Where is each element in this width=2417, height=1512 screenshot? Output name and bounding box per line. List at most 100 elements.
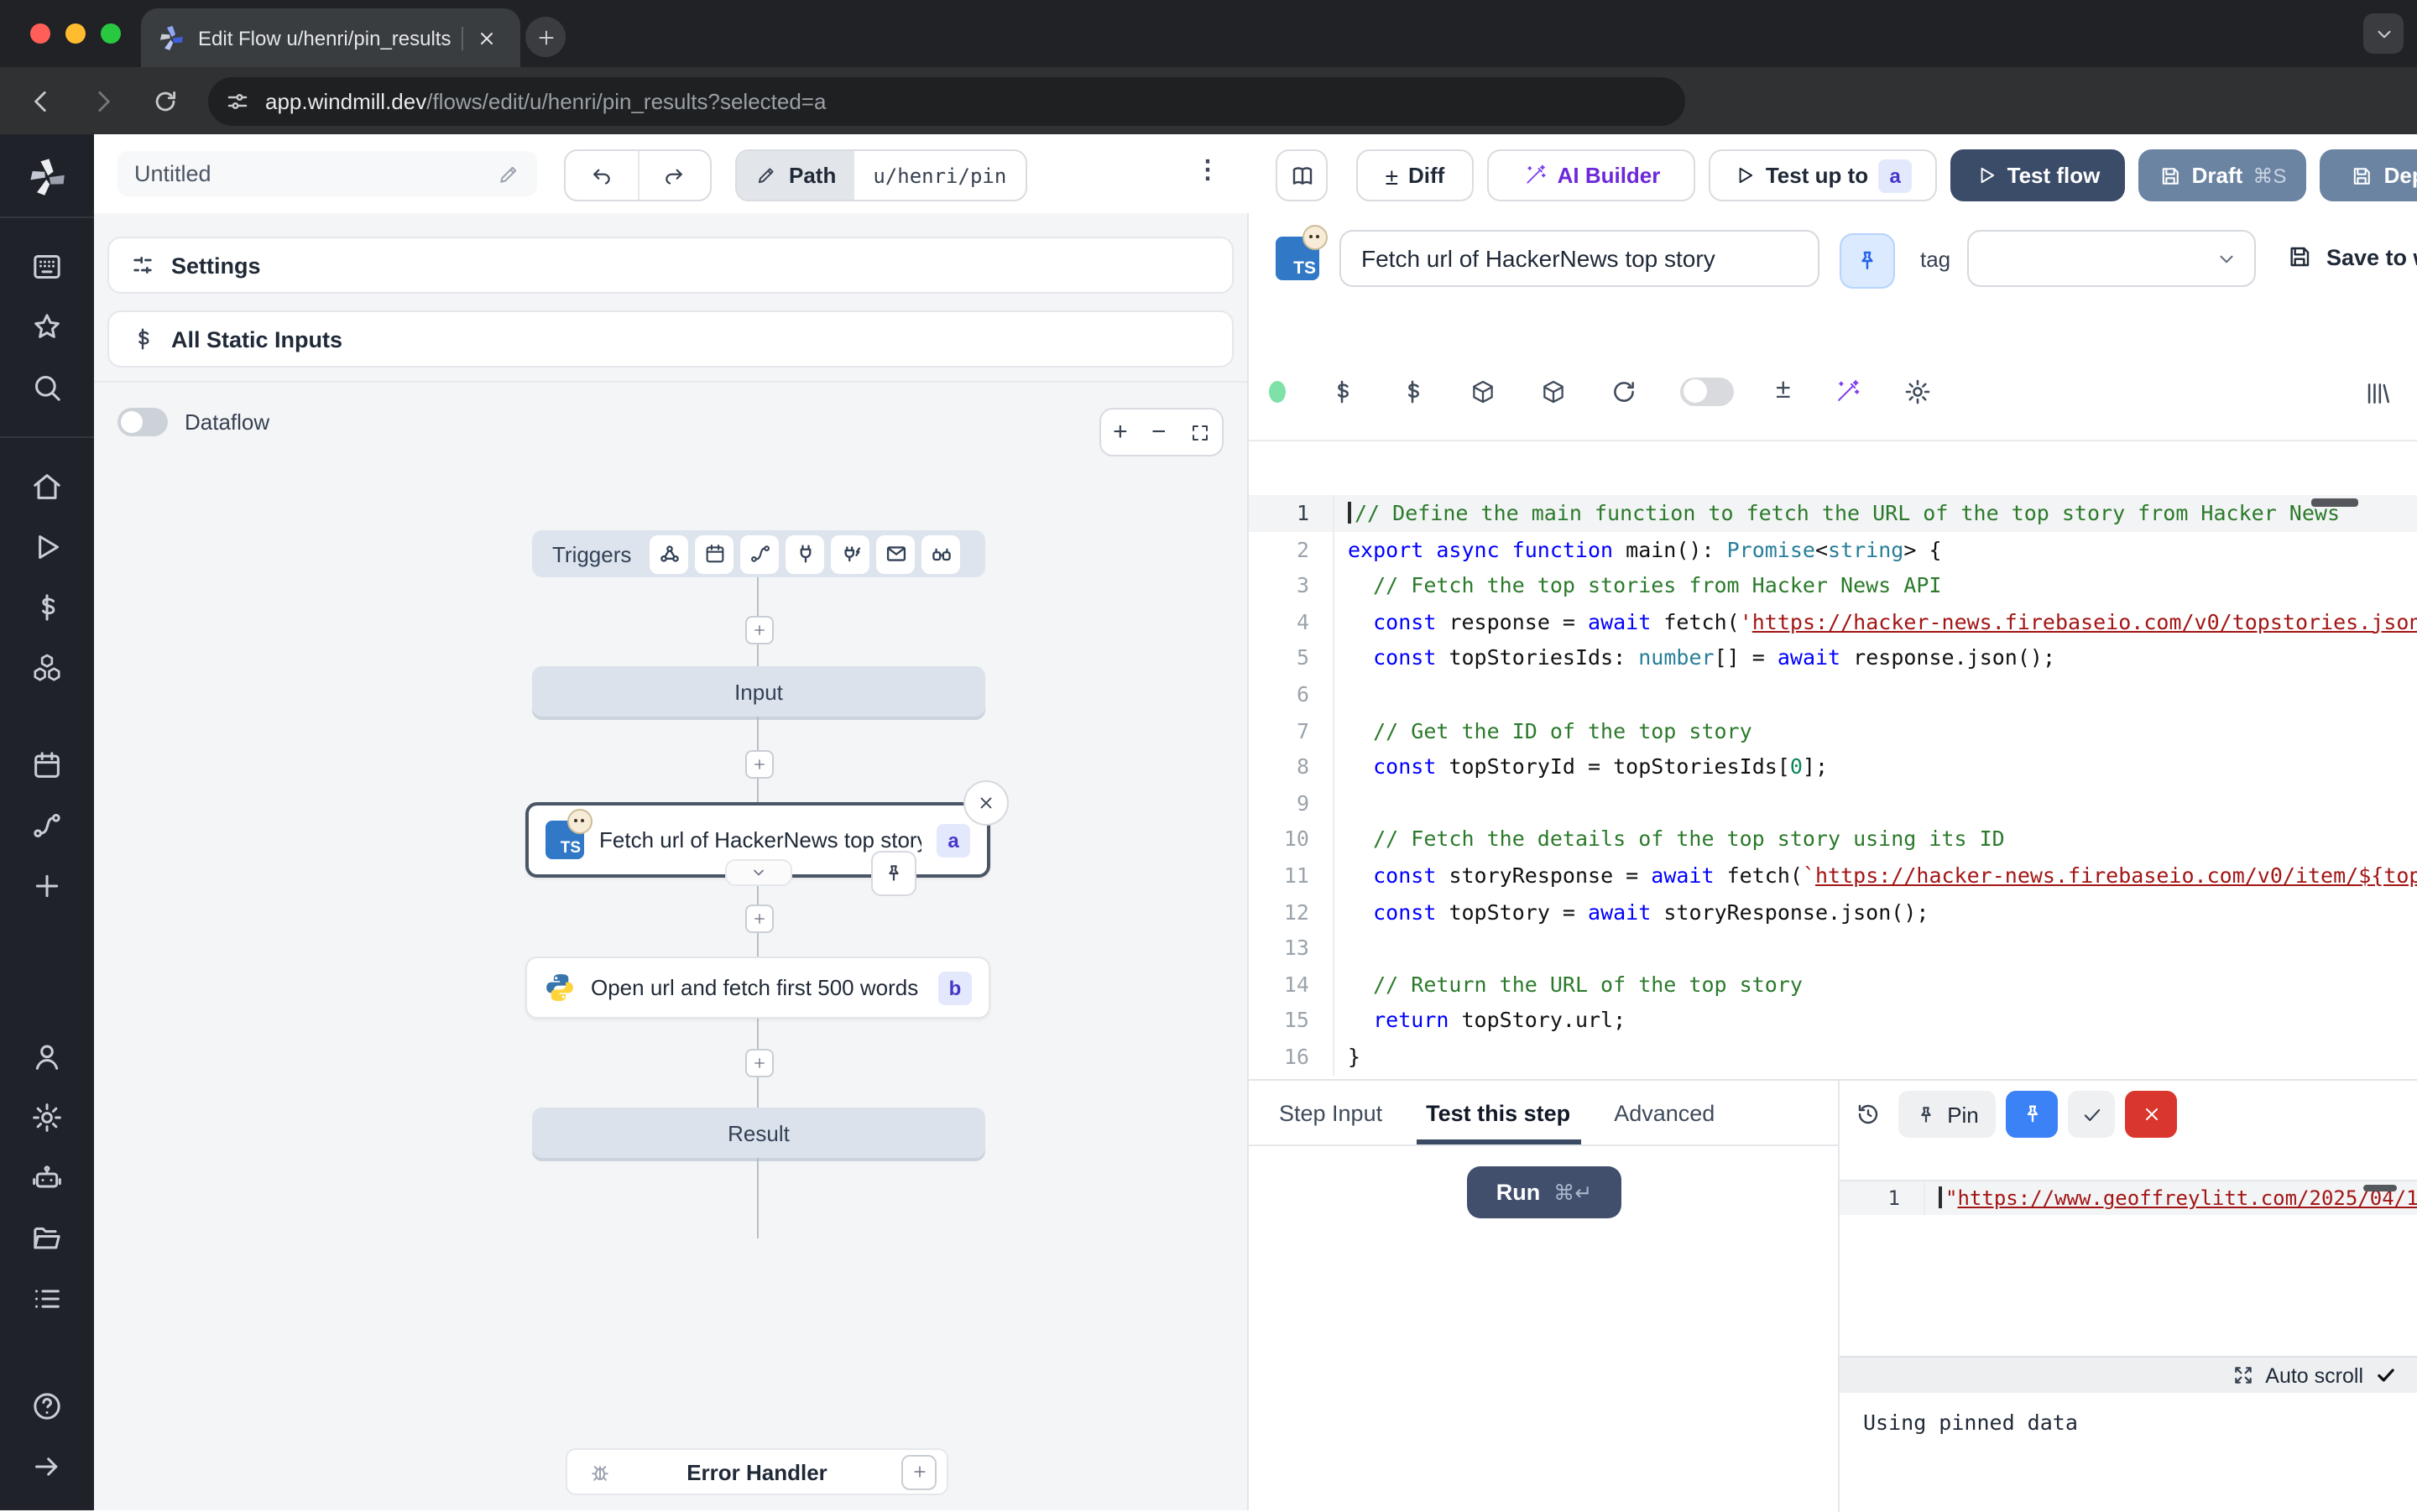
trigger-poll-button[interactable] xyxy=(921,534,960,573)
step-node-b[interactable]: Open url and fetch first 500 words of ..… xyxy=(525,957,990,1019)
tag-select[interactable] xyxy=(1967,230,2256,287)
history-icon[interactable] xyxy=(1855,1101,1882,1128)
test-up-to-step-badge[interactable]: a xyxy=(1878,159,1912,192)
auto-scroll-checkbox[interactable] xyxy=(2375,1364,2397,1386)
sidebar-item-routes[interactable] xyxy=(30,809,64,842)
editor-tool-plus-minus-button[interactable]: ± xyxy=(1776,376,1791,406)
pinned-data-editor[interactable]: 1"https://www.geoffreylitt.com/2025/04/1… xyxy=(1840,1180,2417,1358)
triggers-node[interactable]: Triggers xyxy=(532,530,985,577)
expand-icon[interactable] xyxy=(2232,1364,2253,1386)
sidebar-item-user[interactable] xyxy=(30,1040,64,1074)
sidebar-item-apps[interactable] xyxy=(30,250,64,284)
add-step-button[interactable] xyxy=(745,616,774,644)
code-editor[interactable]: 1// Define the main function to fetch th… xyxy=(1249,495,2417,1079)
trigger-schedule-button[interactable] xyxy=(695,534,733,573)
window-zoom-button[interactable] xyxy=(101,23,121,44)
draft-button[interactable]: Draft ⌘S xyxy=(2138,149,2306,201)
trigger-kafka-button[interactable] xyxy=(831,534,869,573)
add-step-button[interactable] xyxy=(745,905,774,933)
browser-tab[interactable]: Edit Flow u/henri/pin_results xyxy=(141,8,520,67)
sidebar-item-home[interactable] xyxy=(30,470,64,503)
add-step-button[interactable] xyxy=(745,750,774,779)
diff-button[interactable]: ± Diff xyxy=(1356,149,1474,201)
step-title-input[interactable]: Fetch url of HackerNews top story xyxy=(1339,230,1819,287)
tab-advanced[interactable]: Advanced xyxy=(1614,1081,1715,1144)
sidebar-item-variables[interactable] xyxy=(30,591,64,624)
more-options-icon[interactable]: ⋮ xyxy=(1195,154,1220,185)
dataflow-toggle[interactable] xyxy=(117,408,168,436)
editor-scrollbar[interactable] xyxy=(2311,498,2358,507)
editor-tool-wand-button[interactable] xyxy=(1833,377,1861,405)
sidebar-item-ai[interactable] xyxy=(30,1161,64,1195)
pinned-step-indicator[interactable] xyxy=(871,851,916,896)
url-bar[interactable]: app.windmill.dev/flows/edit/u/henri/pin_… xyxy=(208,77,1685,126)
input-node[interactable]: Input xyxy=(532,666,985,717)
editor-tool-variables-button[interactable] xyxy=(1328,377,1356,405)
editor-tool-variables-button[interactable] xyxy=(1398,377,1427,405)
tab-test-this-step[interactable]: Test this step xyxy=(1426,1081,1570,1144)
error-handler-node[interactable]: Error Handler xyxy=(566,1448,948,1495)
sidebar-item-resources[interactable] xyxy=(30,651,64,685)
tab-search-button[interactable] xyxy=(2363,13,2404,54)
window-minimize-button[interactable] xyxy=(65,23,86,44)
zoom-out-button[interactable]: − xyxy=(1151,418,1167,446)
sidebar-item-folders[interactable] xyxy=(30,1222,64,1255)
flow-settings-row[interactable]: Settings xyxy=(107,237,1234,294)
save-to-workspace-button[interactable]: Save to workspace xyxy=(2286,243,2417,270)
pin-toggle-button[interactable] xyxy=(1840,233,1895,289)
site-settings-icon[interactable] xyxy=(225,89,250,114)
forward-button[interactable] xyxy=(89,86,117,115)
undo-button[interactable] xyxy=(566,151,639,200)
tab-step-input[interactable]: Step Input xyxy=(1279,1081,1382,1144)
test-up-to-button[interactable]: Test up to a xyxy=(1709,149,1937,201)
trigger-websocket-button[interactable] xyxy=(786,534,824,573)
windmill-logo[interactable] xyxy=(27,158,67,198)
path-value[interactable]: u/henri/pin xyxy=(854,151,1025,200)
docs-button[interactable] xyxy=(1276,149,1328,201)
editor-tool-settings-button[interactable] xyxy=(1903,377,1932,405)
trigger-webhook-button[interactable] xyxy=(650,534,688,573)
zoom-in-button[interactable]: + xyxy=(1113,418,1128,446)
sidebar-item-star[interactable] xyxy=(30,310,64,344)
expand-step-button[interactable] xyxy=(724,859,791,886)
trigger-http-route-button[interactable] xyxy=(740,534,779,573)
sidebar-item-runs[interactable] xyxy=(30,530,64,564)
library-icon[interactable] xyxy=(2363,379,2392,408)
sidebar-item-add[interactable] xyxy=(30,869,64,903)
add-step-button[interactable] xyxy=(745,1049,774,1077)
pin-button[interactable]: Pin xyxy=(1898,1091,1996,1138)
delete-step-button[interactable] xyxy=(963,780,1009,826)
editor-tool-package-button[interactable] xyxy=(1469,377,1497,405)
tab-close-icon[interactable] xyxy=(477,28,497,48)
sidebar-item-help[interactable] xyxy=(30,1389,64,1423)
all-static-inputs-row[interactable]: All Static Inputs xyxy=(107,310,1234,368)
trigger-email-button[interactable] xyxy=(876,534,915,573)
sidebar-item-schedules[interactable] xyxy=(30,748,64,782)
test-flow-button[interactable]: Test flow xyxy=(1950,149,2125,201)
sidebar-item-search[interactable] xyxy=(30,371,64,404)
step-node-a[interactable]: TS Fetch url of HackerNews top story a xyxy=(525,802,990,878)
ai-builder-button[interactable]: AI Builder xyxy=(1487,149,1695,201)
remove-pin-button[interactable] xyxy=(2125,1091,2177,1138)
window-close-button[interactable] xyxy=(30,23,50,44)
deploy-button[interactable]: Deploy xyxy=(2320,149,2417,201)
back-button[interactable] xyxy=(27,86,55,115)
accept-button[interactable] xyxy=(2068,1091,2115,1138)
run-button[interactable]: Run ⌘↵ xyxy=(1467,1166,1621,1218)
edit-name-icon[interactable] xyxy=(497,162,520,185)
sidebar-item-collapse[interactable] xyxy=(30,1450,64,1483)
fit-view-button[interactable] xyxy=(1190,422,1210,442)
result-node[interactable]: Result xyxy=(532,1108,985,1158)
pinned-editor-scrollbar[interactable] xyxy=(2363,1185,2397,1191)
editor-tool-toggle-button[interactable] xyxy=(1680,377,1734,405)
pin-active-button[interactable] xyxy=(2006,1091,2058,1138)
redo-button[interactable] xyxy=(639,151,710,200)
editor-tool-refresh-button[interactable] xyxy=(1610,377,1638,405)
add-error-handler-button[interactable] xyxy=(901,1454,937,1489)
sidebar-item-logs[interactable] xyxy=(30,1282,64,1316)
editor-tool-package-button[interactable] xyxy=(1539,377,1568,405)
path-button[interactable]: Path xyxy=(737,151,854,200)
sidebar-item-settings[interactable] xyxy=(30,1101,64,1134)
new-tab-button[interactable] xyxy=(525,17,566,57)
flow-name-field[interactable]: Untitled xyxy=(117,151,537,196)
